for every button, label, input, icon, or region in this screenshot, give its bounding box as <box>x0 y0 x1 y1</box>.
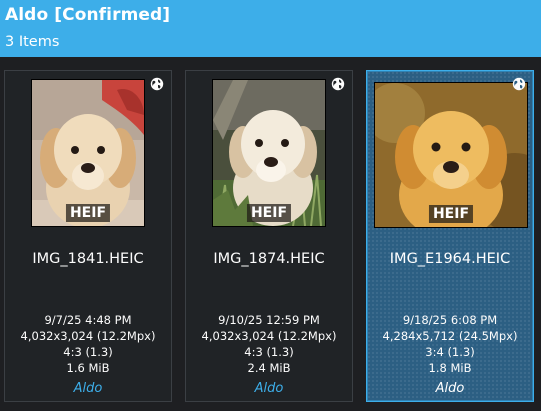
file-name: IMG_1874.HEIC <box>213 251 325 267</box>
tag-link[interactable]: Aldo <box>5 381 171 396</box>
file-size: 1.6 MiB <box>66 361 110 375</box>
album-title: Aldo [Confirmed] <box>5 5 171 25</box>
thumbnail-card[interactable]: HEIF IMG_1874.HEIC 9/10/25 12:59 PM 4,03… <box>185 70 353 402</box>
image-dimensions: 4,032x3,024 (12.2Mpx) <box>201 329 337 343</box>
thumbnail-card-selected[interactable]: HEIF IMG_E1964.HEIC 9/18/25 6:08 PM 4,28… <box>366 70 534 402</box>
heif-format-badge: HEIF <box>246 204 292 222</box>
heif-format-badge: HEIF <box>65 204 111 222</box>
file-name: IMG_E1964.HEIC <box>389 251 511 267</box>
capture-date: 9/18/25 6:08 PM <box>402 313 498 327</box>
photo-thumbnail[interactable]: HEIF <box>31 79 145 227</box>
item-count: 3 Items <box>5 34 60 50</box>
file-size: 2.4 MiB <box>247 361 291 375</box>
capture-date: 9/7/25 4:48 PM <box>44 313 132 327</box>
heif-format-badge: HEIF <box>428 205 474 223</box>
photo-thumbnail[interactable]: HEIF <box>212 79 326 227</box>
globe-icon <box>150 77 164 91</box>
aspect-ratio: 4:3 (1.3) <box>244 345 294 359</box>
thumbnail-card[interactable]: HEIF IMG_1841.HEIC 9/7/25 4:48 PM 4,032x… <box>4 70 172 402</box>
aspect-ratio: 4:3 (1.3) <box>63 345 113 359</box>
tag-link[interactable]: Aldo <box>367 381 533 396</box>
globe-icon <box>512 77 526 91</box>
photo-thumbnail[interactable]: HEIF <box>374 82 528 228</box>
image-dimensions: 4,032x3,024 (12.2Mpx) <box>20 329 156 343</box>
capture-date: 9/10/25 12:59 PM <box>218 313 320 327</box>
file-name: IMG_1841.HEIC <box>32 251 144 267</box>
image-dimensions: 4,284x5,712 (24.5Mpx) <box>382 329 518 343</box>
tag-link[interactable]: Aldo <box>186 381 352 396</box>
file-size: 1.8 MiB <box>428 361 472 375</box>
aspect-ratio: 3:4 (1.3) <box>425 345 475 359</box>
view-header: Aldo [Confirmed] 3 Items <box>0 0 541 57</box>
globe-icon <box>331 77 345 91</box>
